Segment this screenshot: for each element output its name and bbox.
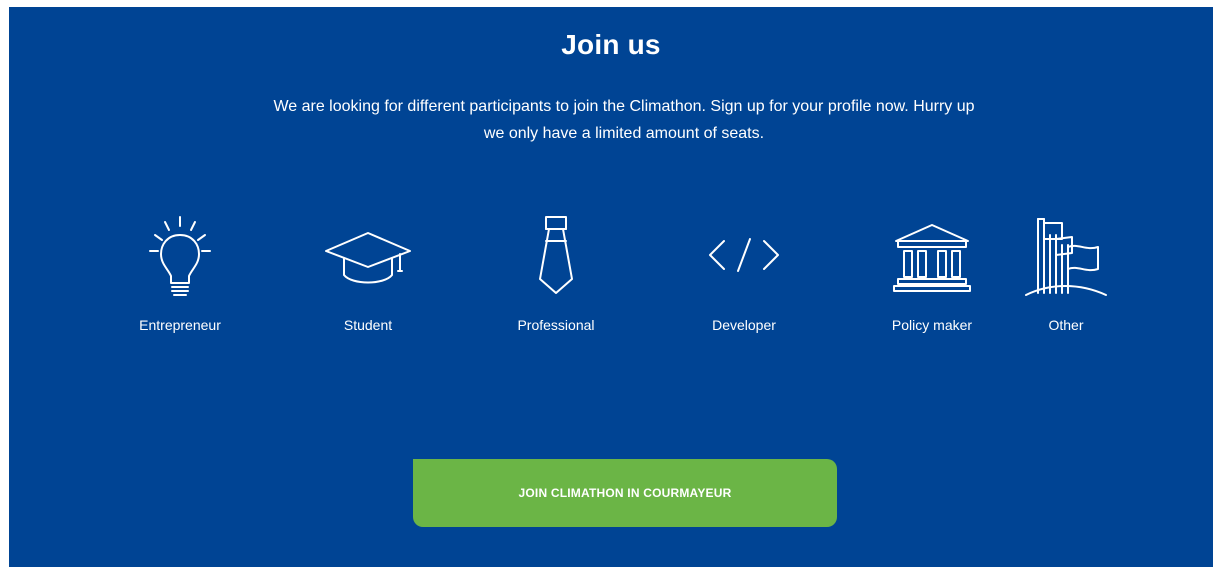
section-title: Join us — [561, 29, 661, 60]
lightbulb-icon — [105, 213, 255, 299]
role-label-developer: Developer — [712, 317, 776, 333]
role-label-policy-maker: Policy maker — [891, 317, 973, 333]
graduation-cap-icon — [293, 213, 443, 299]
role-entrepreneur[interactable]: Entrepreneur — [105, 213, 255, 333]
role-developer[interactable]: Developer — [669, 213, 819, 333]
join-climathon-button[interactable]: JOIN CLIMATHON IN COURMAYEUR — [413, 459, 837, 527]
government-building-icon — [857, 213, 1007, 299]
role-label-entrepreneur: Entrepreneur — [139, 317, 221, 333]
intro-line-2: we only have a limited amount of seats. — [483, 125, 765, 142]
role-professional[interactable]: Professional — [481, 213, 631, 333]
role-label-student: Student — [343, 317, 393, 333]
role-label-professional: Professional — [517, 317, 595, 333]
section-intro: We are looking for different participant… — [194, 93, 1054, 147]
role-student[interactable]: Student — [293, 213, 443, 333]
role-other[interactable]: Other — [991, 213, 1141, 333]
tie-icon — [481, 213, 631, 299]
code-icon — [669, 213, 819, 299]
flags-icon — [991, 213, 1141, 299]
intro-line-1: We are looking for different participant… — [273, 98, 975, 115]
join-us-section: Join us We are looking for different par… — [9, 7, 1213, 567]
role-policy-maker[interactable]: Policy maker — [857, 213, 1007, 333]
role-label-other: Other — [1048, 317, 1084, 333]
